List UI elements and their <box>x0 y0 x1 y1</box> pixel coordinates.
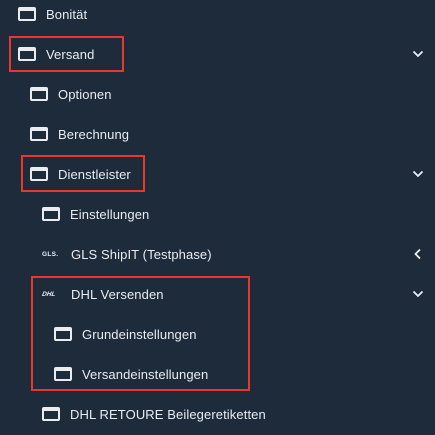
nav-item-label: Einstellungen <box>70 206 150 222</box>
nav-item-label: Bonität <box>46 6 88 22</box>
nav-item-label: Dienstleister <box>58 166 131 182</box>
dhl-logo-icon: DHL <box>41 290 56 298</box>
window-icon <box>54 367 72 381</box>
window-icon <box>54 327 72 341</box>
nav-item-versand[interactable]: Versand <box>0 34 435 74</box>
window-icon <box>18 7 36 21</box>
nav-item-versandeinstellungen[interactable]: Versandeinstellungen <box>0 354 435 394</box>
nav-item-label: Berechnung <box>58 126 130 142</box>
nav-item-label: GLS ShipIT (Testphase) <box>71 246 212 262</box>
settings-sidebar: Bonität Versand Optionen Berechnung Dien… <box>0 0 435 435</box>
gls-logo-icon: GLS. <box>42 250 59 258</box>
window-icon <box>42 407 60 421</box>
window-icon <box>30 87 48 101</box>
nav-item-dhl-versenden[interactable]: DHL DHL Versenden <box>0 274 435 314</box>
nav-item-dhl-retoure[interactable]: DHL RETOURE Beilegeretiketten <box>0 394 435 434</box>
nav-item-label: DHL Versenden <box>71 286 164 302</box>
window-icon <box>42 207 60 221</box>
nav-item-label: Versand <box>46 46 95 62</box>
nav-item-label: DHL RETOURE Beilegeretiketten <box>70 406 266 422</box>
nav-item-label: Grundeinstellungen <box>82 326 197 342</box>
nav-item-gls-shipit[interactable]: GLS. GLS ShipIT (Testphase) <box>0 234 435 274</box>
window-icon <box>18 47 36 61</box>
nav-item-grundeinstellungen[interactable]: Grundeinstellungen <box>0 314 435 354</box>
chevron-down-icon[interactable] <box>411 167 425 181</box>
nav-item-label: Versandeinstellungen <box>82 366 209 382</box>
nav-item-optionen[interactable]: Optionen <box>0 74 435 114</box>
window-icon <box>30 167 48 181</box>
chevron-left-icon[interactable] <box>411 247 425 261</box>
chevron-down-icon[interactable] <box>411 287 425 301</box>
nav-item-berechnung[interactable]: Berechnung <box>0 114 435 154</box>
nav-item-einstellungen[interactable]: Einstellungen <box>0 194 435 234</box>
chevron-down-icon[interactable] <box>411 47 425 61</box>
nav-item-label: Optionen <box>58 86 112 102</box>
nav-item-bonitaet[interactable]: Bonität <box>0 0 435 34</box>
window-icon <box>30 127 48 141</box>
nav-item-dienstleister[interactable]: Dienstleister <box>0 154 435 194</box>
